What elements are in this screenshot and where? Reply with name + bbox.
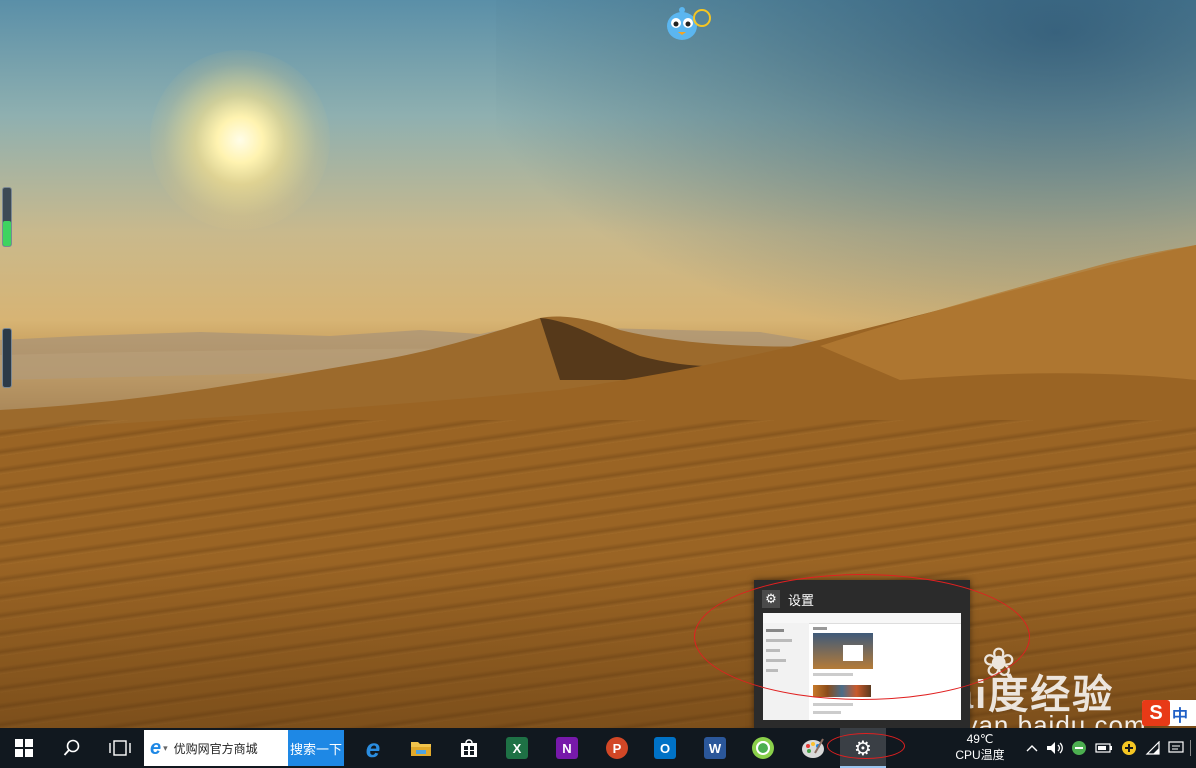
volume-icon[interactable]: [1044, 728, 1066, 768]
taskbar-app-outlook[interactable]: O: [642, 728, 688, 768]
powerpoint-icon: P: [606, 737, 628, 759]
taskbar-app-excel[interactable]: X: [494, 728, 540, 768]
360-security-icon[interactable]: [1068, 728, 1090, 768]
cpu-temperature[interactable]: 49℃ CPU温度: [948, 731, 1012, 763]
plus-shield-icon[interactable]: [1118, 728, 1140, 768]
annotation-ellipse-settings: [827, 733, 905, 759]
wifi-icon[interactable]: [1142, 728, 1164, 768]
store-icon: [461, 739, 477, 757]
show-desktop-button[interactable]: [1188, 728, 1196, 768]
search-icon: [63, 739, 80, 756]
refresh-globe-icon: [752, 737, 774, 759]
taskbar-app-word[interactable]: W: [692, 728, 738, 768]
taskbar-app-360-browser[interactable]: [740, 728, 786, 768]
folder-icon: [411, 742, 431, 756]
ime-language-label: 中: [1172, 708, 1189, 725]
sogou-ime-icon: S: [1142, 700, 1170, 726]
edge-icon: e: [365, 732, 381, 763]
ie-address-box[interactable]: e ▾ 优购网官方商城: [144, 730, 288, 766]
palette-icon: [802, 738, 824, 758]
ime-indicator[interactable]: S 中: [1142, 700, 1196, 726]
taskbar-app-edge[interactable]: e: [350, 728, 396, 768]
ie-address-text[interactable]: 优购网官方商城: [174, 740, 258, 757]
cpu-temperature-label: CPU温度: [955, 748, 1005, 762]
taskbar-app-onenote[interactable]: N: [544, 728, 590, 768]
task-view-button[interactable]: [96, 728, 144, 768]
annotation-ellipse-preview: [694, 574, 1030, 700]
taskbar-app-powerpoint[interactable]: P: [594, 728, 640, 768]
gadget-side-handle[interactable]: [2, 328, 12, 388]
word-icon: W: [704, 737, 726, 759]
task-view-icon: [109, 740, 131, 756]
battery-icon[interactable]: [1092, 728, 1116, 768]
chevron-down-icon[interactable]: ▾: [163, 743, 168, 754]
search-button[interactable]: [48, 728, 96, 768]
outlook-icon: O: [654, 737, 676, 759]
ie-search-button[interactable]: 搜索一下: [288, 730, 344, 766]
onenote-icon: N: [556, 737, 578, 759]
windows-logo-icon: [15, 739, 33, 757]
cpu-temperature-value: 49℃: [966, 732, 994, 746]
gadget-meter-fill: [3, 221, 11, 246]
mascot-widget-icon[interactable]: [664, 4, 714, 44]
gadget-meter[interactable]: [2, 187, 12, 247]
ie-icon: e: [150, 736, 162, 759]
taskbar: e ▾ 优购网官方商城 搜索一下 e X N P O W ⚙ 49℃ CPU温度: [0, 728, 1196, 768]
start-button[interactable]: [0, 728, 48, 768]
taskbar-app-store[interactable]: [446, 728, 492, 768]
excel-icon: X: [506, 737, 528, 759]
tray-overflow-chevron-icon[interactable]: [1022, 728, 1042, 768]
taskbar-app-file-explorer[interactable]: [398, 728, 444, 768]
action-center-icon[interactable]: [1166, 728, 1186, 768]
